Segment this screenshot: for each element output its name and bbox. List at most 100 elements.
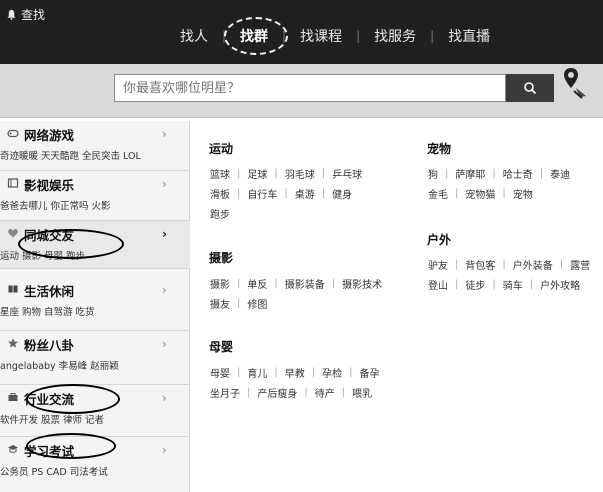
tag-link[interactable]: 健身 <box>330 186 354 201</box>
tag-row: 篮球 | 足球 | 羽毛球 | 乒乓球 <box>208 166 364 181</box>
tag-link[interactable]: 产后瘦身 <box>255 385 299 400</box>
tag-link[interactable]: 乒乓球 <box>330 166 364 181</box>
tag-link[interactable]: 徒步 <box>463 277 487 292</box>
nav-find-courses[interactable]: 找课程 <box>290 26 352 46</box>
sidebar-item-subtags: 公务员 PS CAD 司法考试 <box>0 467 108 478</box>
tag-link[interactable]: 待产 <box>313 385 337 400</box>
briefcase-icon <box>8 393 18 401</box>
tag-row: 母婴 | 育儿 | 早教 | 孕检 | 备孕 <box>208 365 382 380</box>
section-title-outdoor: 户外 <box>427 233 452 247</box>
annotation-circle <box>26 433 116 459</box>
section-title-sport: 运动 <box>209 142 234 156</box>
tag-link[interactable]: 桌游 <box>293 186 317 201</box>
section-title-mother-baby: 母婴 <box>209 340 234 354</box>
sidebar-item-label: 影视娱乐 <box>24 178 75 193</box>
sidebar-item-subtags: 爸爸去哪儿 你正常吗 火影 <box>0 201 111 212</box>
sidebar-item-fan-gossip[interactable]: 粉丝八卦 › angelababy 李易峰 赵丽颖 <box>0 331 190 385</box>
tag-link[interactable]: 萨摩耶 <box>453 166 487 181</box>
chevron-right-icon: › <box>162 337 167 351</box>
sidebar-item-label: 粉丝八卦 <box>24 338 75 353</box>
nav-separator: | <box>356 29 361 43</box>
tag-link[interactable]: 摄影技术 <box>340 276 384 291</box>
tag-link[interactable]: 备孕 <box>358 365 382 380</box>
search-button[interactable] <box>506 74 554 102</box>
tag-link[interactable]: 足球 <box>245 166 269 181</box>
chevron-right-icon: › <box>162 443 167 457</box>
tag-row: 狗 | 萨摩耶 | 哈士奇 | 泰迪 <box>426 166 572 181</box>
tag-link[interactable]: 篮球 <box>208 166 232 181</box>
chevron-right-icon: › <box>162 391 167 405</box>
tag-row: 登山 | 徒步 | 骑车 | 户外攻略 <box>426 277 582 292</box>
tag-link[interactable]: 摄影装备 <box>283 276 327 291</box>
tag-link[interactable]: 骑车 <box>501 277 525 292</box>
annotation-circle <box>18 229 124 259</box>
tag-link[interactable]: 户外攻略 <box>538 277 582 292</box>
sidebar-item-label: 网络游戏 <box>24 128 75 143</box>
chevron-right-icon: › <box>162 283 167 297</box>
location-pin-icon[interactable] <box>562 66 588 100</box>
nav-find-groups[interactable]: 找群 <box>224 17 289 55</box>
tag-link[interactable]: 露营 <box>568 257 592 272</box>
tag-row: 坐月子 | 产后瘦身 | 待产 | 喂乳 <box>208 385 374 400</box>
film-icon <box>7 178 19 188</box>
chevron-right-icon: › <box>162 227 167 241</box>
tag-link[interactable]: 金毛 <box>426 186 450 201</box>
nav-separator: | <box>430 29 435 43</box>
main-nav: 找人 | 找群 | 找课程 | 找服务 | 找直播 <box>170 17 500 55</box>
tag-link[interactable]: 摄友 <box>208 296 232 311</box>
tag-row: 滑板 | 自行车 | 桌游 | 健身 <box>208 186 354 201</box>
book-icon <box>8 285 18 293</box>
bell-icon <box>7 9 16 20</box>
search-icon <box>524 82 537 95</box>
gamepad-icon <box>7 129 19 138</box>
tag-link[interactable]: 早教 <box>283 365 307 380</box>
search-input[interactable] <box>114 74 506 102</box>
nav-find-live[interactable]: 找直播 <box>438 26 500 46</box>
sidebar-item-subtags: angelababy 李易峰 赵丽颖 <box>0 361 119 372</box>
tag-link[interactable]: 喂乳 <box>350 385 374 400</box>
tag-link[interactable]: 摄影 <box>208 276 232 291</box>
tag-row: 摄影 | 单反 | 摄影装备 | 摄影技术 <box>208 276 384 291</box>
tag-row: 驴友 | 背包客 | 户外装备 | 露营 <box>426 257 592 272</box>
sidebar-item-subtags: 星座 购物 自驾游 吃货 <box>0 307 95 318</box>
tag-link[interactable]: 孕检 <box>320 365 344 380</box>
annotation-circle <box>26 384 120 414</box>
tag-link[interactable]: 登山 <box>426 277 450 292</box>
heart-icon <box>8 229 18 238</box>
tag-row: 摄友 | 修图 <box>208 296 269 311</box>
tag-link[interactable]: 背包客 <box>463 257 497 272</box>
tag-link[interactable]: 泰迪 <box>548 166 572 181</box>
tag-link[interactable]: 单反 <box>245 276 269 291</box>
tag-link[interactable]: 母婴 <box>208 365 232 380</box>
chevron-right-icon: › <box>162 177 167 191</box>
section-title-photography: 摄影 <box>209 251 234 265</box>
sidebar-item-film-entertainment[interactable]: 影视娱乐 › 爸爸去哪儿 你正常吗 火影 <box>0 171 190 221</box>
tag-row: 金毛 | 宠物猫 | 宠物 <box>426 186 535 201</box>
tag-link[interactable]: 修图 <box>245 296 269 311</box>
tag-link[interactable]: 户外装备 <box>511 257 555 272</box>
nav-find-services[interactable]: 找服务 <box>364 26 426 46</box>
tag-link[interactable]: 跑步 <box>208 206 232 221</box>
tag-link[interactable]: 育儿 <box>245 365 269 380</box>
sidebar-item-lifestyle[interactable]: 生活休闲 › 星座 购物 自驾游 吃货 <box>0 277 190 331</box>
tag-link[interactable]: 狗 <box>426 166 440 181</box>
star-icon <box>8 338 18 348</box>
graduation-icon <box>8 445 18 453</box>
chevron-right-icon: › <box>162 127 167 141</box>
tag-link[interactable]: 驴友 <box>426 257 450 272</box>
top-nav-bar: 查找 找人 | 找群 | 找课程 | 找服务 | 找直播 <box>0 0 603 64</box>
tag-link[interactable]: 自行车 <box>245 186 279 201</box>
tag-link[interactable]: 坐月子 <box>208 385 242 400</box>
nav-find-people[interactable]: 找人 <box>170 26 218 46</box>
tag-link[interactable]: 羽毛球 <box>283 166 317 181</box>
tag-link[interactable]: 宠物 <box>511 186 535 201</box>
sidebar-item-subtags: 软件开发 股票 律师 记者 <box>0 415 105 426</box>
brand-label: 查找 <box>21 8 46 22</box>
sidebar-item-subtags: 奇迹暖暖 天天酷跑 全民突击 LOL <box>0 151 141 162</box>
sidebar-item-online-games[interactable]: 网络游戏 › 奇迹暖暖 天天酷跑 全民突击 LOL <box>0 121 190 171</box>
tag-link[interactable]: 宠物猫 <box>463 186 497 201</box>
brand[interactable]: 查找 <box>6 6 45 23</box>
sidebar-item-label: 生活休闲 <box>24 284 75 299</box>
tag-link[interactable]: 滑板 <box>208 186 232 201</box>
tag-link[interactable]: 哈士奇 <box>501 166 535 181</box>
